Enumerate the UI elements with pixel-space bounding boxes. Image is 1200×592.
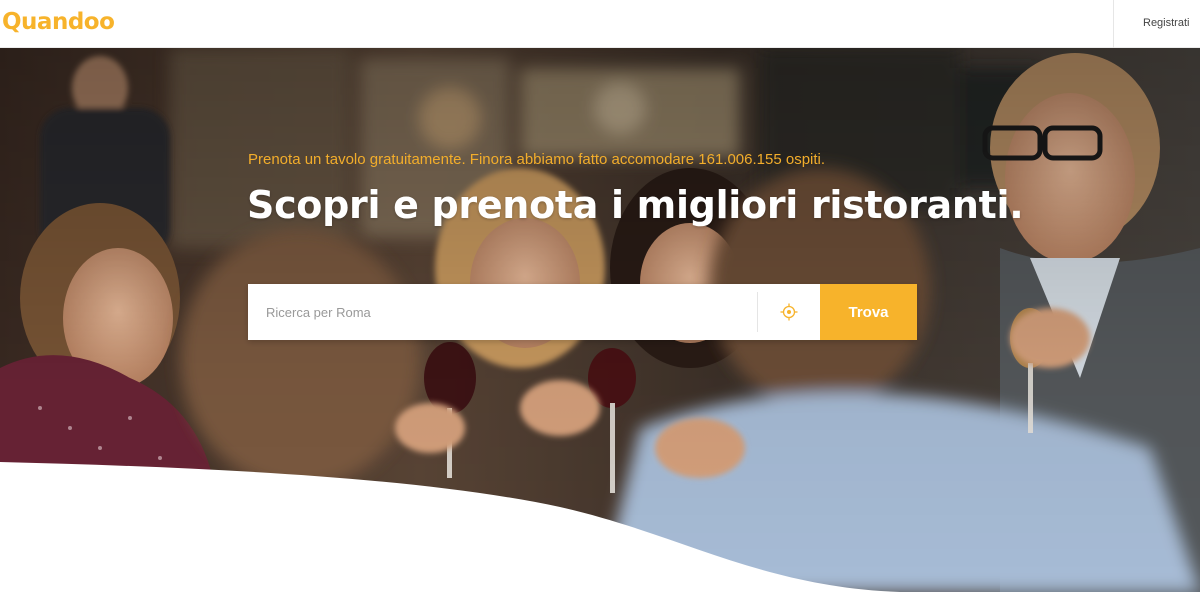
locate-me-button[interactable] xyxy=(758,284,820,340)
register-link[interactable]: Registrati xyxy=(1143,17,1189,29)
crosshair-icon xyxy=(780,303,798,321)
hero-section: Prenota un tavolo gratuitamente. Finora … xyxy=(0,48,1200,592)
top-navigation-bar: Quandoo Registrati xyxy=(0,0,1200,48)
quandoo-logo[interactable]: Quandoo xyxy=(2,9,115,35)
header-divider xyxy=(1113,0,1114,48)
search-input[interactable] xyxy=(248,284,757,340)
hero-headline: Scopri e prenota i migliori ristoranti. xyxy=(247,183,1024,227)
bottom-wave-divider xyxy=(0,462,900,592)
search-submit-button[interactable]: Trova xyxy=(820,284,917,340)
hero-tagline: Prenota un tavolo gratuitamente. Finora … xyxy=(248,151,826,168)
restaurant-search-bar: Trova xyxy=(248,284,917,340)
